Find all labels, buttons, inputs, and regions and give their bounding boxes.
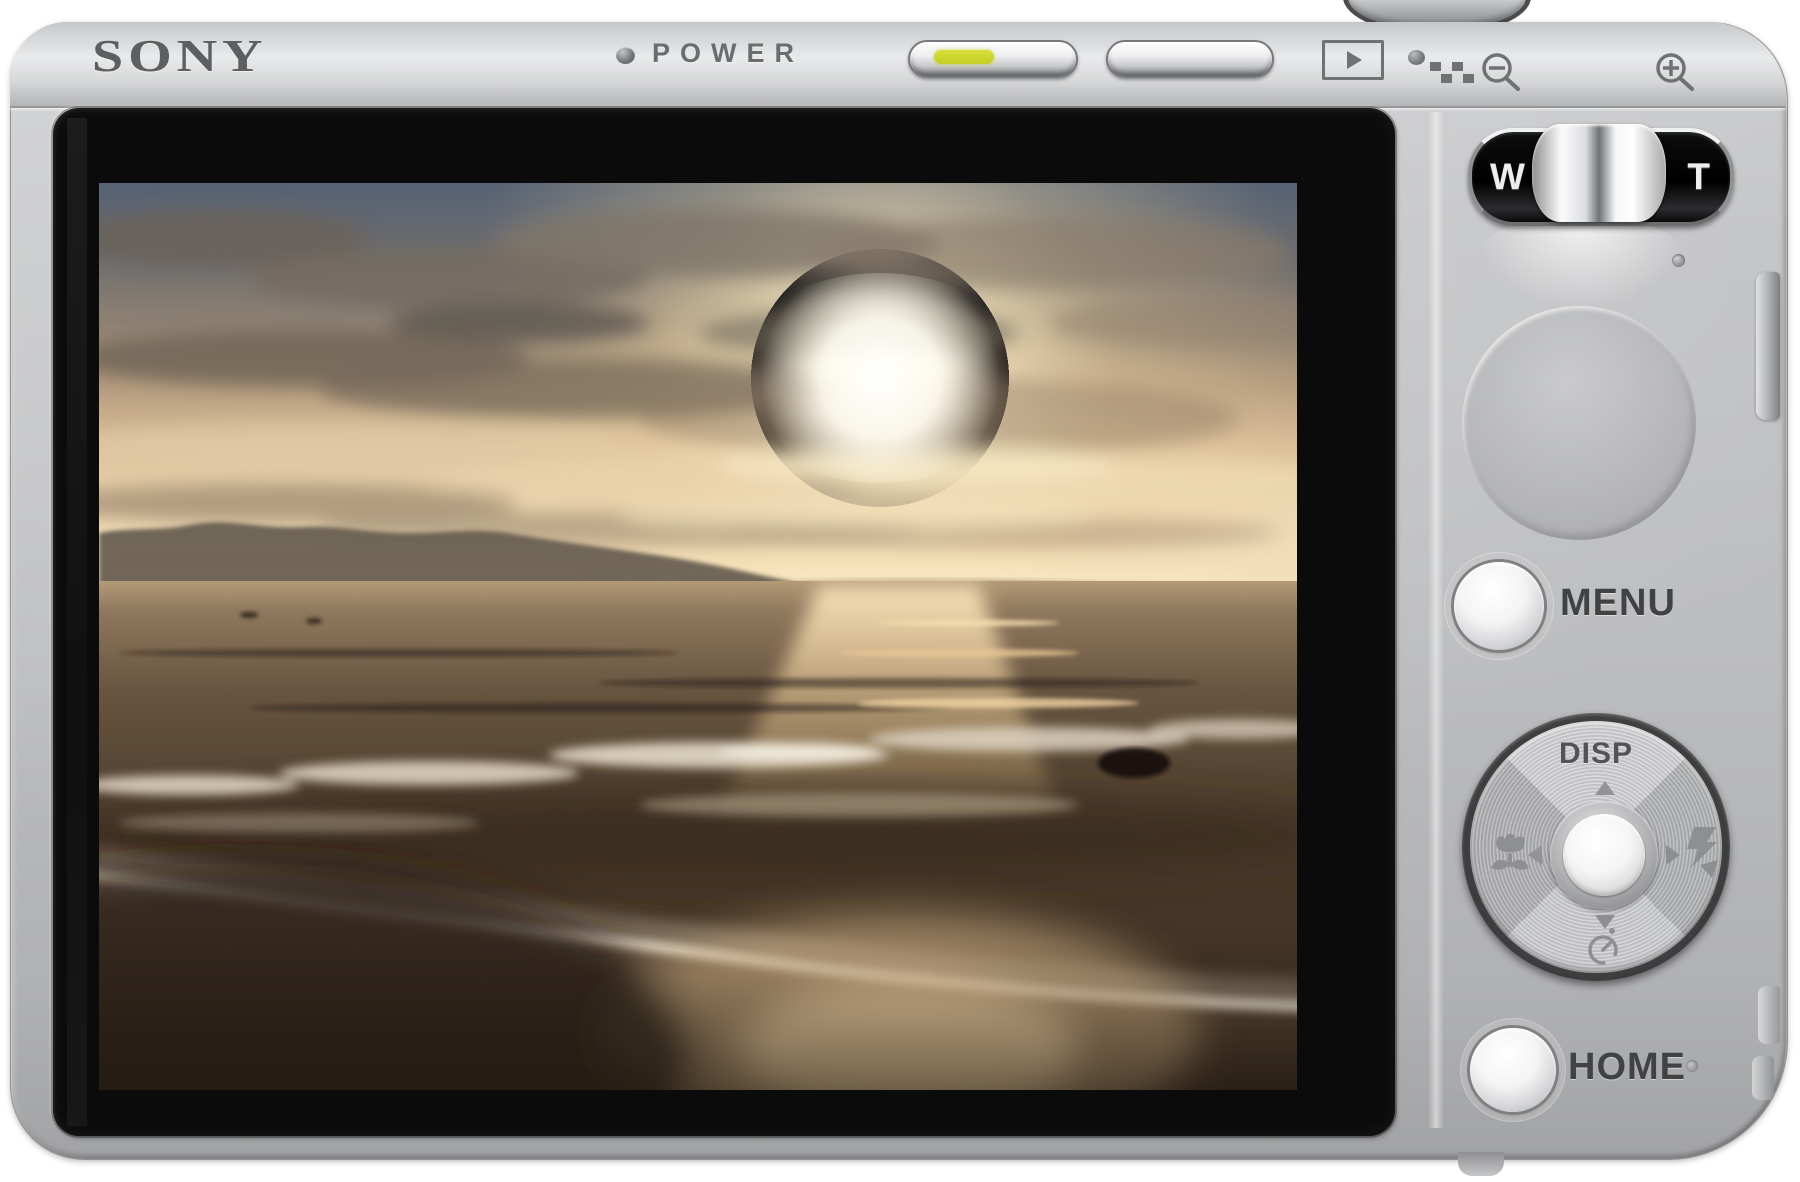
menu-button[interactable] [1454,562,1544,650]
strap-lug [1756,272,1780,420]
lcd-screen [53,108,1395,1136]
camera-back-photo: SONY POWER [0,0,1800,1182]
dial-center-ring [1550,801,1658,909]
power-button[interactable] [908,40,1078,78]
index-thumbnails-icon [1430,62,1474,84]
bottom-nub [1458,1152,1504,1176]
control-dial-face[interactable]: DISP [1470,721,1722,973]
screw-dot [1672,254,1685,267]
control-dial[interactable]: DISP [1462,713,1730,981]
home-label: HOME [1568,1046,1686,1089]
flash-icon [1682,825,1724,885]
access-led-icon [1408,50,1425,65]
secondary-top-button[interactable] [1106,40,1274,78]
macro-flower-icon [1486,829,1532,881]
screw-dot-2 [1686,1060,1698,1072]
disp-label: DISP [1470,737,1722,771]
zoom-in-icon [1650,52,1708,94]
dial-down-pointer[interactable] [1595,915,1615,929]
sunset-beach-photo [99,183,1297,1090]
playback-triangle [1347,51,1362,69]
brand-logo: SONY [92,30,458,82]
self-timer-icon [1582,923,1626,969]
side-tab [1758,986,1780,1044]
playback-icon [1322,40,1384,80]
power-indicator-stripe [934,50,994,64]
dial-right-pointer[interactable] [1666,845,1680,865]
menu-label: MENU [1560,582,1676,625]
panel-sheen [1428,112,1444,1128]
home-button[interactable] [1470,1028,1556,1112]
zoom-rocker-roller[interactable] [1532,124,1666,222]
power-label: POWER [652,38,804,69]
zoom-out-icon [1476,52,1534,94]
side-tab-2 [1752,1056,1774,1100]
rocker-highlight [1474,214,1688,310]
power-led-icon [616,47,635,64]
zoom-wide-label: W [1490,156,1525,198]
dial-left-pointer[interactable] [1528,845,1542,865]
lcd-glass-reflection [67,118,87,1126]
dial-up-pointer[interactable] [1595,781,1615,795]
thumb-rest [1462,306,1696,540]
zoom-rocker[interactable]: W T [1468,128,1734,226]
zoom-tele-label: T [1687,156,1710,198]
dial-center-button[interactable] [1563,814,1645,896]
